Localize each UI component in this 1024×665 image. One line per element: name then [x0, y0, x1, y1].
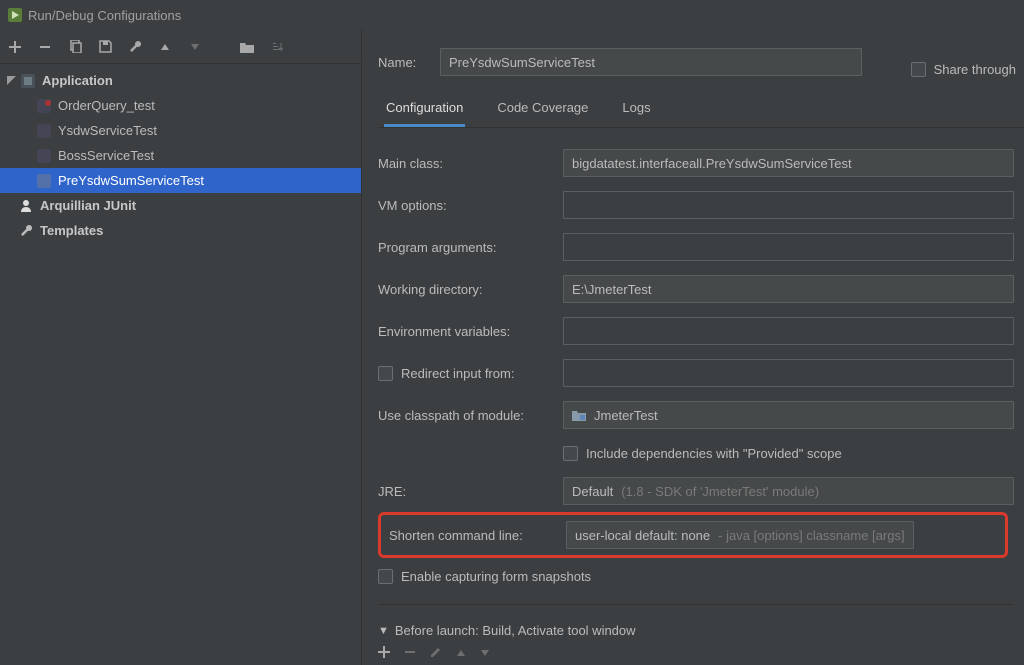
tree-item-label: OrderQuery_test — [58, 98, 155, 113]
name-label: Name: — [378, 55, 428, 70]
tree-item-label: BossServiceTest — [58, 148, 154, 163]
tree-item-orderquery[interactable]: OrderQuery_test — [0, 93, 361, 118]
program-args-input[interactable] — [563, 233, 1014, 261]
snapshots-checkbox[interactable] — [378, 569, 393, 584]
shorten-hint: - java [options] classname [args] — [718, 528, 904, 543]
tab-configuration[interactable]: Configuration — [384, 90, 465, 127]
main-class-input[interactable] — [563, 149, 1014, 177]
left-panel: Application OrderQuery_test YsdwServiceT… — [0, 30, 362, 665]
provided-label: Include dependencies with "Provided" sco… — [586, 446, 842, 461]
tree-item-boss[interactable]: BossServiceTest — [0, 143, 361, 168]
tree-item-label: PreYsdwSumServiceTest — [58, 173, 204, 188]
sort-icon[interactable] — [268, 38, 286, 56]
classpath-label: Use classpath of module: — [378, 408, 563, 423]
application-icon — [20, 73, 36, 89]
arquillian-icon — [18, 198, 34, 214]
redirect-input[interactable] — [563, 359, 1014, 387]
workdir-label: Working directory: — [378, 282, 563, 297]
tab-logs[interactable]: Logs — [620, 90, 652, 127]
run-config-icon — [36, 123, 52, 139]
save-config-icon[interactable] — [96, 38, 114, 56]
tree-item-preysdw[interactable]: PreYsdwSumServiceTest — [0, 168, 361, 193]
vm-options-input[interactable] — [563, 191, 1014, 219]
bl-down-icon[interactable] — [480, 646, 490, 665]
share-row[interactable]: Share through — [911, 62, 1016, 77]
tree-node-arquillian[interactable]: Arquillian JUnit — [0, 193, 361, 218]
jre-hint: (1.8 - SDK of 'JmeterTest' module) — [621, 484, 819, 499]
shorten-value: user-local default: none — [575, 528, 710, 543]
bl-up-icon[interactable] — [456, 646, 466, 665]
jre-value: Default — [572, 484, 613, 499]
bl-edit-icon[interactable] — [430, 646, 442, 665]
dialog-header: Run/Debug Configurations — [0, 0, 1024, 30]
config-tree: Application OrderQuery_test YsdwServiceT… — [0, 64, 361, 243]
left-toolbar — [0, 30, 361, 64]
tree-label: Application — [42, 73, 113, 88]
redirect-label: Redirect input from: — [401, 366, 514, 381]
shorten-row-highlight: Shorten command line: user-local default… — [378, 512, 1008, 558]
env-label: Environment variables: — [378, 324, 563, 339]
env-input[interactable] — [563, 317, 1014, 345]
vm-options-label: VM options: — [378, 198, 563, 213]
share-checkbox[interactable] — [911, 62, 926, 77]
folder-icon[interactable] — [238, 38, 256, 56]
run-config-icon — [36, 98, 52, 114]
before-launch-title: Before launch: Build, Activate tool wind… — [395, 623, 636, 638]
shorten-label: Shorten command line: — [389, 528, 566, 543]
redirect-checkbox[interactable] — [378, 366, 393, 381]
main-class-label: Main class: — [378, 156, 563, 171]
templates-icon — [18, 223, 34, 239]
before-launch-section: ▼ Before launch: Build, Activate tool wi… — [378, 623, 1014, 665]
tab-coverage[interactable]: Code Coverage — [495, 90, 590, 127]
remove-config-icon[interactable] — [36, 38, 54, 56]
tree-label: Arquillian JUnit — [40, 198, 136, 213]
module-icon — [572, 409, 586, 421]
shorten-select[interactable]: user-local default: none - java [options… — [566, 521, 914, 549]
run-config-icon — [36, 148, 52, 164]
tree-node-application[interactable]: Application — [0, 68, 361, 93]
before-launch-toolbar — [378, 646, 1014, 665]
run-debug-icon — [8, 8, 22, 22]
run-config-icon — [36, 173, 52, 189]
expand-icon — [4, 74, 18, 88]
config-tabs: Configuration Code Coverage Logs — [378, 90, 1024, 128]
share-label: Share through — [934, 62, 1016, 77]
add-config-icon[interactable] — [6, 38, 24, 56]
jre-label: JRE: — [378, 484, 563, 499]
classpath-value: JmeterTest — [594, 408, 658, 423]
chevron-down-icon: ▼ — [378, 625, 389, 637]
bl-add-icon[interactable] — [378, 646, 390, 665]
snapshots-label: Enable capturing form snapshots — [401, 569, 591, 584]
workdir-input[interactable] — [563, 275, 1014, 303]
config-form: Main class: VM options: Program argument… — [378, 128, 1024, 665]
tree-item-label: YsdwServiceTest — [58, 123, 157, 138]
wrench-icon[interactable] — [126, 38, 144, 56]
tree-node-templates[interactable]: Templates — [0, 218, 361, 243]
tree-item-ysdw[interactable]: YsdwServiceTest — [0, 118, 361, 143]
before-launch-header[interactable]: ▼ Before launch: Build, Activate tool wi… — [378, 623, 1014, 638]
move-up-icon[interactable] — [156, 38, 174, 56]
bl-remove-icon[interactable] — [404, 646, 416, 665]
program-args-label: Program arguments: — [378, 240, 563, 255]
move-down-icon[interactable] — [186, 38, 204, 56]
name-input[interactable] — [440, 48, 862, 76]
classpath-select[interactable]: JmeterTest — [563, 401, 1014, 429]
tree-label: Templates — [40, 223, 103, 238]
dialog-title: Run/Debug Configurations — [28, 8, 181, 23]
jre-select[interactable]: Default (1.8 - SDK of 'JmeterTest' modul… — [563, 477, 1014, 505]
copy-config-icon[interactable] — [66, 38, 84, 56]
right-panel: Name: Share through Configuration Code C… — [362, 30, 1024, 665]
provided-checkbox[interactable] — [563, 446, 578, 461]
